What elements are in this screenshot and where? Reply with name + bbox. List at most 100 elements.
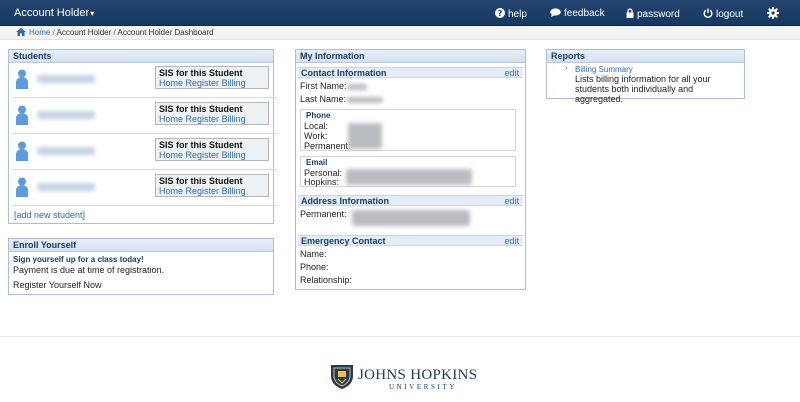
- emergency-relationship-label: Relationship:: [300, 275, 353, 285]
- reports-panel-title: Reports: [547, 50, 744, 63]
- sis-title: SIS for this Student: [159, 104, 243, 114]
- enroll-panel: Enroll Yourself Sign yourself up for a c…: [8, 238, 274, 295]
- speech-bubble-icon: [550, 8, 561, 17]
- top-navbar: Account Holder▾ ? help feedback password…: [0, 0, 800, 26]
- first-name-label: First Name:: [300, 81, 347, 91]
- sis-links: Home Register Billing: [159, 114, 268, 124]
- address-information-title: Address Information: [301, 196, 390, 206]
- email-addresses-redacted: [346, 169, 472, 185]
- permanent-phone-label: Permanent:: [304, 141, 351, 151]
- contact-information-header: Contact Information edit: [298, 67, 523, 78]
- row-divider: [13, 97, 277, 98]
- emergency-phone-label: Phone:: [300, 262, 329, 272]
- student-avatar-icon: [16, 105, 28, 125]
- sis-title: SIS for this Student: [159, 68, 243, 78]
- address-information-header: Address Information edit: [298, 195, 523, 206]
- row-divider: [13, 205, 277, 206]
- logout-link[interactable]: logout: [703, 8, 743, 20]
- last-name-label: Last Name:: [300, 94, 347, 104]
- address-edit-link[interactable]: edit: [504, 196, 519, 206]
- emergency-name-label: Name:: [300, 249, 327, 259]
- student-name-redacted: [37, 111, 95, 119]
- breadcrumb-home[interactable]: Home: [29, 28, 50, 37]
- svg-text:?: ?: [498, 9, 503, 18]
- home-icon: [16, 28, 26, 36]
- breadcrumb-separator: /: [113, 28, 116, 37]
- password-link[interactable]: password: [626, 8, 680, 20]
- student-avatar-icon: [16, 141, 28, 161]
- emergency-contact-header: Emergency Contact edit: [298, 235, 523, 246]
- student-name-redacted: [37, 75, 95, 83]
- sis-title: SIS for this Student: [159, 176, 243, 186]
- question-circle-icon: ?: [495, 8, 505, 18]
- contact-edit-link[interactable]: edit: [504, 68, 519, 78]
- emergency-contact-title: Emergency Contact: [301, 236, 386, 246]
- caret-down-icon: ▾: [90, 9, 95, 18]
- gear-icon: [767, 7, 779, 19]
- account-holder-menu[interactable]: Account Holder▾: [14, 7, 94, 19]
- sis-links: Home Register Billing: [159, 150, 268, 160]
- row-divider: [13, 133, 277, 134]
- student-avatar-icon: [16, 177, 28, 197]
- sis-register-link[interactable]: Register: [186, 150, 220, 160]
- enroll-headline: Sign yourself up for a class today!: [13, 255, 144, 264]
- phone-box: Phone Local: Work: Permanent:: [300, 109, 516, 151]
- my-information-panel: My Information Contact Information edit …: [295, 49, 526, 290]
- breadcrumb-account-holder: Account Holder: [56, 28, 112, 37]
- sis-billing-link[interactable]: Billing: [222, 150, 246, 160]
- phone-numbers-redacted: [348, 123, 382, 149]
- my-information-title: My Information: [296, 50, 525, 63]
- email-title: Email: [306, 158, 328, 167]
- sis-title: SIS for this Student: [159, 140, 243, 150]
- password-label: password: [637, 9, 680, 20]
- johns-hopkins-logo: JOHNS HOPKINS UNIVERSITY: [330, 364, 477, 392]
- sis-box: SIS for this Student Home Register Billi…: [155, 174, 269, 197]
- power-icon: [703, 8, 713, 18]
- email-box: Email Personal: Hopkins:: [300, 156, 516, 187]
- emergency-edit-link[interactable]: edit: [504, 236, 519, 246]
- sis-register-link[interactable]: Register: [186, 78, 220, 88]
- student-row: SIS for this Student Home Register Billi…: [13, 138, 271, 168]
- sis-links: Home Register Billing: [159, 186, 268, 196]
- settings-button[interactable]: [767, 7, 779, 21]
- logout-label: logout: [716, 9, 744, 20]
- sis-billing-link[interactable]: Billing: [222, 186, 246, 196]
- sis-billing-link[interactable]: Billing: [222, 78, 246, 88]
- students-panel-title: Students: [9, 50, 273, 63]
- sis-box: SIS for this Student Home Register Billi…: [155, 66, 269, 89]
- sis-box: SIS for this Student Home Register Billi…: [155, 138, 269, 161]
- feedback-link[interactable]: feedback: [550, 8, 605, 19]
- sis-home-link[interactable]: Home: [159, 114, 183, 124]
- student-row: SIS for this Student Home Register Billi…: [13, 102, 271, 132]
- sis-register-link[interactable]: Register: [186, 114, 220, 124]
- student-row: SIS for this Student Home Register Billi…: [13, 174, 271, 204]
- students-panel: Students SIS for this Student Home Regis…: [8, 49, 277, 224]
- phone-title: Phone: [306, 111, 331, 120]
- register-yourself-now-link[interactable]: Register Yourself Now: [13, 280, 102, 290]
- brand-label: Account Holder: [14, 7, 90, 19]
- student-row: SIS for this Student Home Register Billi…: [13, 66, 271, 96]
- add-new-student-link[interactable]: [add new student]: [14, 210, 85, 220]
- sis-register-link[interactable]: Register: [186, 186, 220, 196]
- help-link[interactable]: ? help: [495, 8, 527, 20]
- student-avatar-icon: [16, 69, 28, 89]
- last-name-redacted: [347, 97, 383, 103]
- student-name-redacted: [37, 183, 95, 191]
- billing-summary-link[interactable]: Billing Summary: [575, 65, 633, 74]
- breadcrumb-current: Account Holder Dashboard: [117, 28, 214, 37]
- local-phone-label: Local:: [304, 121, 329, 131]
- sis-home-link[interactable]: Home: [159, 186, 183, 196]
- logo-subtitle: UNIVERSITY: [389, 383, 457, 391]
- breadcrumb-separator: /: [52, 28, 55, 37]
- sis-home-link[interactable]: Home: [159, 150, 183, 160]
- lock-icon: [626, 8, 634, 18]
- contact-information-title: Contact Information: [301, 68, 387, 78]
- first-name-redacted: [347, 84, 367, 90]
- sis-billing-link[interactable]: Billing: [222, 114, 246, 124]
- sis-home-link[interactable]: Home: [159, 78, 183, 88]
- university-shield-icon: [331, 365, 353, 389]
- bullet-arrow-icon: ›: [565, 65, 568, 72]
- row-divider: [13, 169, 277, 170]
- student-name-redacted: [37, 147, 95, 155]
- reports-panel: Reports › Billing Summary Lists billing …: [546, 49, 745, 104]
